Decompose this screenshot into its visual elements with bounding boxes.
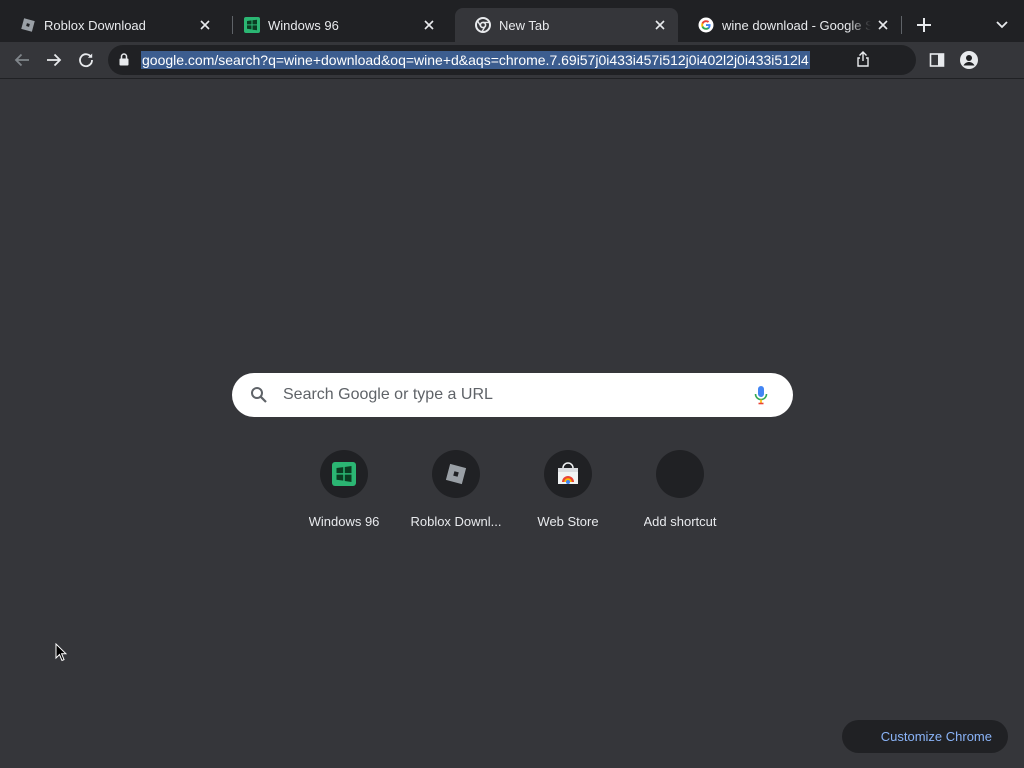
tab-divider [901,16,902,34]
tab-roblox-download[interactable]: Roblox Download [0,8,223,42]
tab-title: Roblox Download [44,17,146,33]
back-button[interactable] [9,47,35,73]
tab-strip: Roblox Download Windows 96 New Tab wine … [0,0,1024,42]
close-icon[interactable] [421,17,437,33]
reload-icon [79,53,93,68]
mouse-cursor-icon [55,642,68,667]
close-icon[interactable] [652,17,668,33]
url-text[interactable]: google.com/search?q=wine+download&oq=win… [141,51,810,69]
search-icon [250,386,268,409]
plus-icon [917,18,931,32]
shortcut-label: Windows 96 [308,514,380,529]
forward-arrow-icon [47,53,62,67]
search-placeholder: Search Google or type a URL [283,386,493,403]
tab-title: New Tab [499,17,550,33]
add-icon [656,450,704,498]
windows96-icon [320,450,368,498]
roblox-icon [432,450,480,498]
address-bar[interactable]: google.com/search?q=wine+download&oq=win… [108,45,916,75]
tab-title: wine download - Google Search [722,17,871,33]
shortcut-add[interactable]: Add shortcut [624,450,736,540]
shortcut-label: Roblox Downl... [410,514,502,529]
webstore-icon [544,450,592,498]
shortcut-windows-96[interactable]: Windows 96 [288,450,400,540]
tab-new-tab[interactable]: New Tab [455,8,678,42]
toolbar: google.com/search?q=wine+download&oq=win… [0,42,1024,79]
shortcut-label: Web Store [537,514,599,529]
forward-button[interactable] [41,47,67,73]
google-icon [698,17,714,33]
chevron-down-icon [996,21,1008,29]
side-panel-button[interactable] [924,47,950,73]
reload-button[interactable] [73,47,99,73]
share-icon[interactable] [856,51,870,72]
customize-chrome-label: Customize Chrome [880,729,992,744]
tab-title: Windows 96 [268,17,339,33]
customize-chrome-button[interactable]: Customize Chrome [842,720,1008,753]
chrome-icon [475,17,491,33]
windows96-icon [244,17,260,33]
roblox-icon [20,17,36,33]
tab-wine-download[interactable]: wine download - Google Search [678,8,901,42]
back-arrow-icon [14,53,29,67]
shortcut-web-store[interactable]: Web Store [512,450,624,540]
shortcut-roblox-download[interactable]: Roblox Downl... [400,450,512,540]
side-panel-icon [929,53,945,67]
microphone-icon[interactable] [754,385,768,410]
close-icon[interactable] [875,17,891,33]
tab-windows-96[interactable]: Windows 96 [224,8,447,42]
profile-icon [960,51,978,69]
new-tab-button[interactable] [912,13,936,37]
lock-icon[interactable] [119,53,129,71]
profile-button[interactable] [956,47,982,73]
shortcut-label: Add shortcut [643,514,717,529]
close-icon[interactable] [197,17,213,33]
ntp-search-box[interactable]: Search Google or type a URL [232,373,793,417]
tab-search-button[interactable] [990,13,1014,37]
